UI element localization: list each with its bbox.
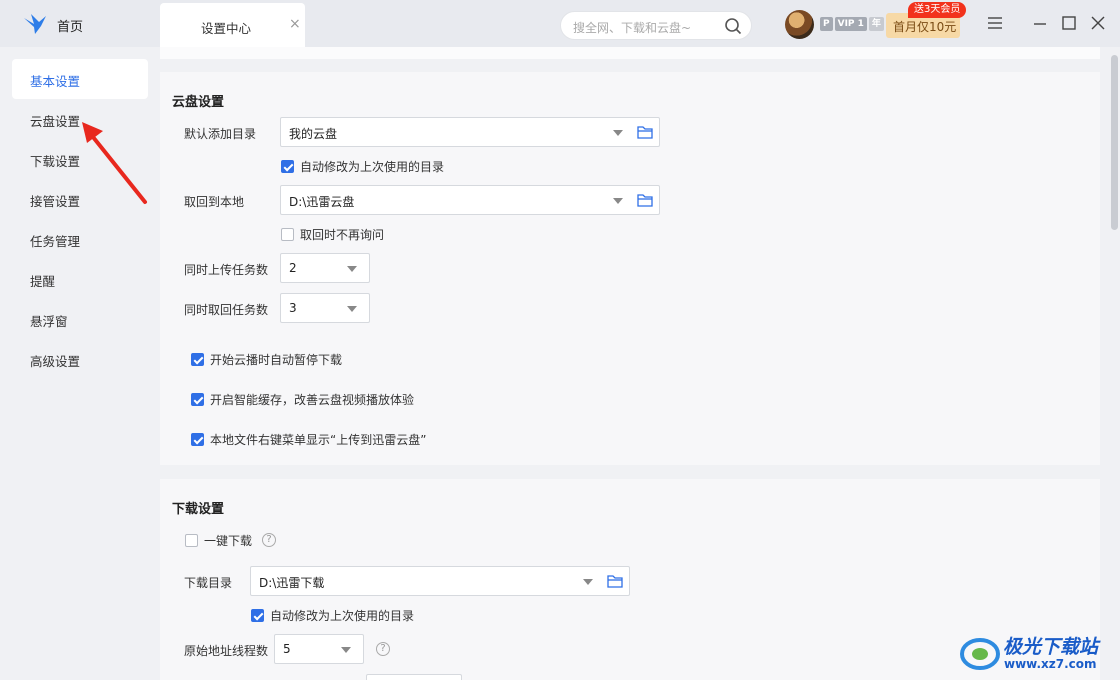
- badge-year: 年: [868, 17, 884, 31]
- sidebar-item-label: 接管设置: [30, 194, 81, 209]
- sidebar-item-label: 悬浮窗: [30, 314, 68, 329]
- sidebar-item-label: 基本设置: [30, 74, 81, 89]
- search-input[interactable]: 搜全网、下载和云盘~: [560, 11, 752, 40]
- checkbox-box[interactable]: [251, 609, 264, 622]
- home-tab[interactable]: 首页: [0, 0, 158, 47]
- section-title: 下载设置: [172, 502, 225, 517]
- checkbox-box[interactable]: [191, 433, 204, 446]
- context-menu-checkbox[interactable]: 本地文件右键菜单显示“上传到迅雷云盘”: [191, 431, 426, 448]
- checkbox-label: 本地文件右键菜单显示“上传到迅雷云盘”: [210, 433, 427, 447]
- section-title: 云盘设置: [172, 95, 225, 110]
- fetch-local-select[interactable]: D:\迅雷云盘: [280, 185, 660, 215]
- promo-label: 首月仅10元: [893, 20, 957, 34]
- chevron-down-icon: [347, 266, 357, 272]
- fetch-local-value: D:\迅雷云盘: [289, 195, 355, 209]
- auto-pause-checkbox[interactable]: 开始云播时自动暂停下载: [191, 351, 342, 368]
- threads-value: 5: [283, 642, 291, 656]
- watermark-url: www.xz7.com: [1004, 657, 1097, 671]
- sidebar-item-label: 下载设置: [30, 154, 81, 169]
- sidebar-item-label: 提醒: [30, 274, 56, 289]
- checkbox-box[interactable]: [191, 353, 204, 366]
- fetch-local-label: 取回到本地: [184, 195, 245, 209]
- badge-vip: VIP 1: [834, 17, 867, 31]
- upload-tasks-label: 同时上传任务数: [184, 263, 269, 277]
- checkbox-label: 开始云播时自动暂停下载: [210, 353, 343, 367]
- threads-label: 原始地址线程数: [184, 644, 269, 658]
- maximize-icon[interactable]: [1060, 14, 1078, 32]
- sidebar-item-label: 任务管理: [30, 234, 81, 249]
- download-dir-label: 下载目录: [184, 576, 233, 590]
- chevron-down-icon: [341, 647, 351, 653]
- search-placeholder: 搜全网、下载和云盘~: [573, 21, 692, 35]
- fetch-tasks-label: 同时取回任务数: [184, 303, 269, 317]
- promo-tag: 送3天会员: [908, 2, 967, 18]
- home-label: 首页: [57, 20, 84, 35]
- chevron-down-icon: [583, 579, 593, 585]
- help-icon[interactable]: ?: [262, 533, 276, 547]
- search-icon[interactable]: [724, 17, 742, 35]
- tab-label: 设置中心: [201, 21, 252, 36]
- checkbox-label: 开启智能缓存，改善云盘视频播放体验: [210, 393, 415, 407]
- close-icon[interactable]: [1089, 14, 1107, 32]
- checkbox-box[interactable]: [185, 534, 198, 547]
- minimize-icon[interactable]: [1031, 14, 1049, 32]
- sidebar-item-tasks[interactable]: 任务管理: [12, 219, 148, 259]
- thunder-logo-icon: [24, 14, 46, 34]
- tab-settings-center[interactable]: 设置中心 ×: [160, 3, 305, 47]
- auto-change-dir-checkbox[interactable]: 自动修改为上次使用的目录: [281, 158, 444, 175]
- settings-content: 云盘设置 默认添加目录 我的云盘 自动修改为上次使用的目录 取回到本地 D:\迅…: [160, 47, 1110, 680]
- checkbox-box[interactable]: [191, 393, 204, 406]
- annotation-arrow-icon: [82, 122, 147, 204]
- menu-icon[interactable]: [986, 14, 1004, 32]
- sidebar-item-label: 高级设置: [30, 354, 81, 369]
- upload-tasks-value: 2: [289, 261, 297, 275]
- folder-icon[interactable]: [607, 574, 623, 588]
- badge-p: P: [820, 17, 833, 31]
- folder-icon[interactable]: [637, 125, 653, 139]
- partial-field[interactable]: [366, 674, 462, 680]
- chevron-down-icon: [613, 130, 623, 136]
- checkbox-box[interactable]: [281, 228, 294, 241]
- checkbox-label: 取回时不再询问: [300, 228, 385, 242]
- sidebar-item-basic[interactable]: 基本设置: [12, 59, 148, 99]
- default-dir-label: 默认添加目录: [184, 127, 257, 141]
- default-dir-select[interactable]: 我的云盘: [280, 117, 660, 147]
- smart-cache-checkbox[interactable]: 开启智能缓存，改善云盘视频播放体验: [191, 391, 414, 408]
- scrollbar[interactable]: [1111, 55, 1118, 230]
- tab-close-icon[interactable]: ×: [289, 17, 301, 31]
- sidebar-item-reminder[interactable]: 提醒: [12, 259, 148, 299]
- top-strip: [160, 47, 1100, 59]
- fetch-tasks-value: 3: [289, 301, 297, 315]
- threads-select[interactable]: 5: [274, 634, 364, 664]
- vip-badges[interactable]: P VIP 1 年: [820, 17, 884, 31]
- default-dir-value: 我的云盘: [289, 127, 338, 141]
- download-auto-change-checkbox[interactable]: 自动修改为上次使用的目录: [251, 607, 414, 624]
- download-dir-select[interactable]: D:\迅雷下载: [250, 566, 630, 596]
- checkbox-label: 一键下载: [204, 534, 253, 548]
- help-icon[interactable]: ?: [376, 642, 390, 656]
- checkbox-label: 自动修改为上次使用的目录: [270, 609, 415, 623]
- checkbox-box[interactable]: [281, 160, 294, 173]
- sidebar-item-float-window[interactable]: 悬浮窗: [12, 299, 148, 339]
- upload-tasks-select[interactable]: 2: [280, 253, 370, 283]
- download-dir-value: D:\迅雷下载: [259, 576, 325, 590]
- chevron-down-icon: [613, 198, 623, 204]
- no-ask-checkbox[interactable]: 取回时不再询问: [281, 226, 384, 243]
- one-click-checkbox[interactable]: 一键下载: [185, 532, 252, 549]
- cloud-settings-section: 云盘设置 默认添加目录 我的云盘 自动修改为上次使用的目录 取回到本地 D:\迅…: [160, 72, 1100, 465]
- sidebar-item-label: 云盘设置: [30, 114, 81, 129]
- folder-icon[interactable]: [637, 193, 653, 207]
- checkbox-label: 自动修改为上次使用的目录: [300, 160, 445, 174]
- sidebar-item-advanced[interactable]: 高级设置: [12, 339, 148, 379]
- chevron-down-icon: [347, 306, 357, 312]
- title-bar: 首页 设置中心 × 搜全网、下载和云盘~ P VIP 1 年 首月仅10元 送3…: [0, 0, 1120, 47]
- watermark-brand: 极光下载站: [1003, 636, 1099, 658]
- fetch-tasks-select[interactable]: 3: [280, 293, 370, 323]
- avatar[interactable]: [785, 10, 814, 39]
